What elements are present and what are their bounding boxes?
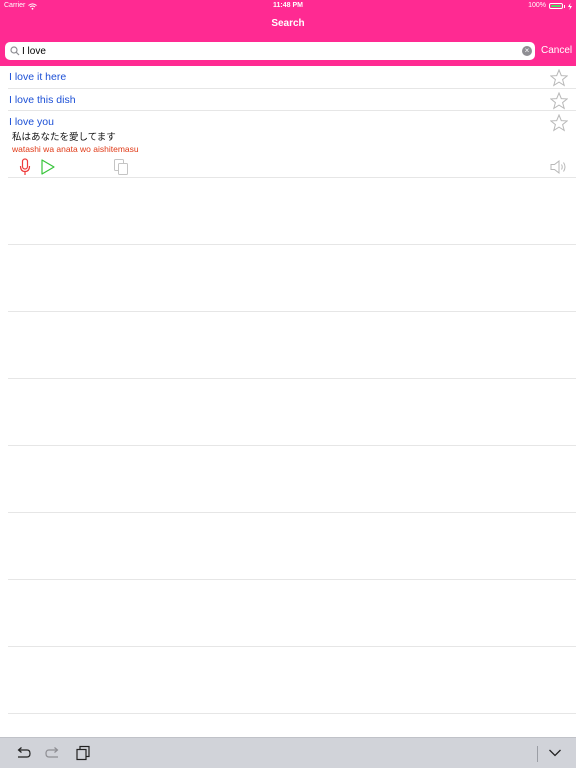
row-divider (8, 512, 576, 513)
status-right: 100% (528, 0, 572, 12)
undo-icon[interactable] (15, 746, 31, 760)
charging-icon (568, 2, 572, 10)
row-divider (8, 713, 576, 714)
result-text: I love it here (9, 71, 67, 83)
result-text: I love this dish (9, 94, 76, 106)
redo-icon[interactable] (45, 746, 61, 760)
battery-icon (549, 3, 563, 9)
battery-tip (564, 4, 565, 8)
list-item-expanded[interactable]: I love you 私はあなたを愛してます watashi wa anata … (8, 111, 576, 178)
result-text: I love you (9, 116, 54, 128)
star-icon[interactable] (550, 92, 568, 110)
status-bar: Carrier 11:48 PM 100% (0, 0, 576, 12)
star-icon[interactable] (550, 69, 568, 87)
navigation-bar: Search (0, 12, 576, 36)
paste-icon[interactable] (75, 745, 91, 761)
speaker-icon[interactable] (550, 159, 568, 175)
battery-percent: 100% (528, 2, 546, 9)
search-icon (10, 46, 20, 56)
search-input[interactable] (22, 43, 520, 59)
cancel-button[interactable]: Cancel (541, 42, 572, 60)
japanese-translation: 私はあなたを愛してます (12, 132, 116, 143)
battery-fill (551, 5, 561, 7)
keyboard-accessory-bar (0, 737, 576, 768)
row-divider (8, 579, 576, 580)
row-divider (8, 646, 576, 647)
search-bar: × Cancel (0, 36, 576, 66)
row-divider (8, 445, 576, 446)
list-item[interactable]: I love this dish (8, 89, 576, 111)
clear-icon[interactable]: × (522, 46, 532, 56)
copy-icon[interactable] (113, 158, 129, 176)
row-divider (8, 244, 576, 245)
page-title: Search (271, 18, 305, 29)
status-time: 11:48 PM (273, 2, 303, 9)
play-icon[interactable] (40, 158, 56, 176)
romaji-translation: watashi wa anata wo aishitemasu (12, 144, 139, 154)
row-divider (8, 311, 576, 312)
chevron-down-icon[interactable] (548, 747, 562, 759)
star-icon[interactable] (550, 114, 568, 132)
mic-icon[interactable] (18, 158, 32, 176)
search-field[interactable]: × (5, 42, 535, 60)
row-divider (8, 378, 576, 379)
list-item[interactable]: I love it here (8, 66, 576, 89)
accessory-divider (537, 746, 538, 762)
